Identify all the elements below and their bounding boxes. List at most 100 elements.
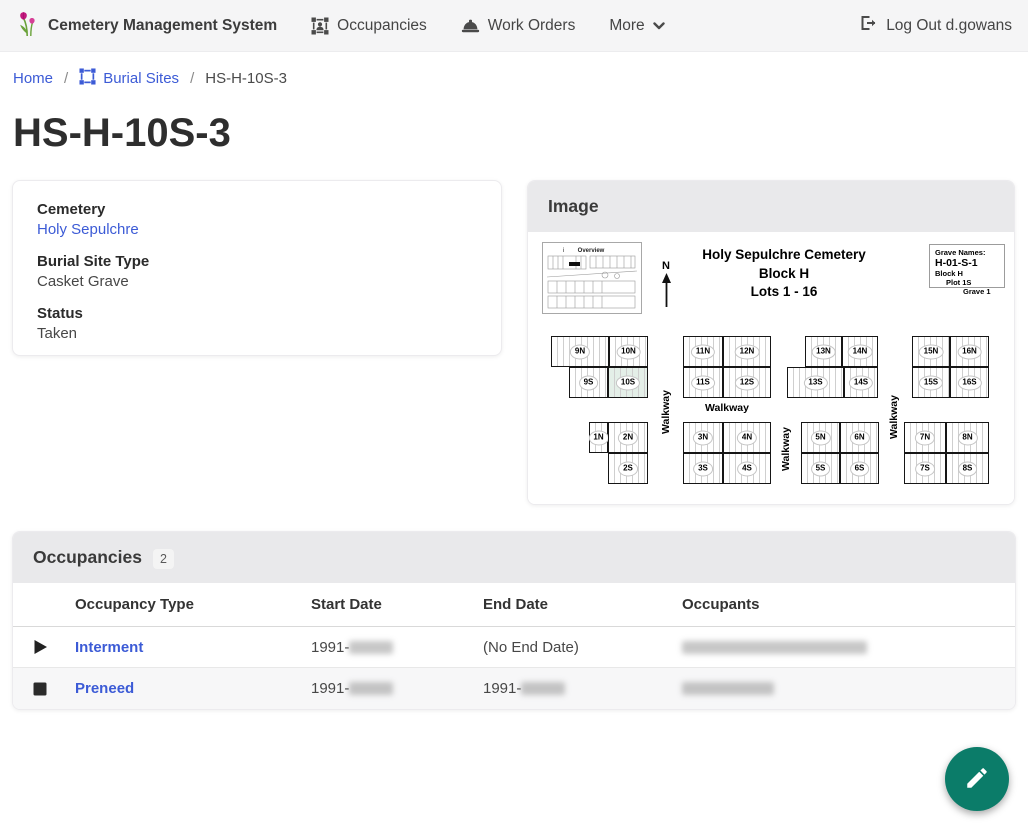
cards-row: Cemetery Holy Sepulchre Burial Site Type… — [0, 180, 1028, 505]
nav-item-label: Occupancies — [337, 17, 427, 35]
breadcrumb-current: HS-H-10S-3 — [205, 70, 287, 87]
nav-item-label: More — [609, 17, 644, 35]
map-plot-5s: 5S — [801, 453, 840, 484]
svg-text:Overview: Overview — [578, 248, 605, 254]
plot-label: 5S — [811, 461, 831, 476]
plot-label: 12N — [735, 344, 760, 359]
plot-label: 7S — [915, 461, 935, 476]
map-plot-2s: 2S — [608, 453, 648, 484]
plot-label: 4N — [737, 430, 757, 445]
walkway-label: Walkway — [705, 402, 749, 414]
breadcrumb-separator: / — [190, 70, 194, 87]
map-plot-4s: 4S — [723, 453, 771, 484]
plot-label: 10S — [616, 375, 640, 390]
map-plot-4n: 4N — [723, 422, 771, 453]
top-navbar: Cemetery Management System Occupancies W… — [0, 0, 1028, 52]
plot-label: 10N — [616, 344, 641, 359]
plot-label: 1N — [588, 430, 608, 445]
plot-label: 8S — [958, 461, 978, 476]
svg-text:i: i — [563, 248, 564, 254]
stop-icon — [33, 682, 75, 696]
map-plot-16s: 16S — [950, 367, 989, 398]
pencil-edit-icon — [964, 765, 990, 794]
nav-item-occupancies[interactable]: Occupancies — [311, 17, 427, 35]
map-plot-8s: 8S — [946, 453, 989, 484]
plot-label: 7N — [915, 430, 935, 445]
map-plot-15n: 15N — [912, 336, 950, 367]
play-icon — [33, 639, 75, 655]
end-date-value: (No End Date) — [483, 639, 682, 656]
map-plot-1n: 1N — [589, 422, 608, 453]
plot-label: 3S — [693, 461, 713, 476]
cemetery-link[interactable]: Holy Sepulchre — [37, 221, 139, 238]
map-plot-13s: 13S — [787, 367, 844, 398]
plot-label: 15N — [919, 344, 944, 359]
redacted-start-date — [349, 682, 393, 695]
walkway-label: Walkway — [888, 395, 900, 439]
column-start-date: Start Date — [311, 596, 483, 613]
plot-label: 6S — [850, 461, 870, 476]
map-plot-5n: 5N — [801, 422, 840, 453]
plot-label: 5N — [810, 430, 830, 445]
occupancy-type-link[interactable]: Preneed — [75, 680, 134, 697]
plot-label: 2N — [618, 430, 638, 445]
map-overview-thumbnail: Overview i — [542, 242, 642, 314]
plot-label: 11N — [691, 344, 715, 359]
occupancies-card: Occupancies 2 Occupancy Type Start Date … — [12, 531, 1016, 710]
plot-label: 8N — [957, 430, 977, 445]
plot-label: 16N — [957, 344, 982, 359]
map-plot-10n: 10N — [609, 336, 648, 367]
app-title: Cemetery Management System — [48, 17, 277, 35]
log-out-icon — [859, 14, 877, 37]
occupancies-title: Occupancies — [33, 547, 142, 568]
edit-fab-button[interactable] — [945, 747, 1009, 811]
breadcrumb-burial-sites-label: Burial Sites — [103, 70, 179, 87]
field-label-burial-site-type: Burial Site Type — [37, 253, 477, 270]
start-date-prefix: 1991- — [311, 639, 349, 656]
breadcrumb-separator: / — [64, 70, 68, 87]
burial-site-type-value: Casket Grave — [37, 273, 477, 290]
plot-label: 14N — [848, 344, 873, 359]
breadcrumb-home-link[interactable]: Home — [13, 70, 53, 87]
plot-label: 9S — [579, 375, 599, 390]
start-date-prefix: 1991- — [311, 680, 349, 697]
image-card-header: Image — [528, 181, 1014, 232]
hard-hat-icon — [461, 18, 480, 34]
end-date-prefix: 1991- — [483, 680, 521, 697]
occupancy-row-interment: Interment 1991- (No End Date) — [13, 627, 1015, 668]
map-plot-15s: 15S — [912, 367, 950, 398]
occupancies-table-header: Occupancy Type Start Date End Date Occup… — [13, 583, 1015, 627]
plot-label: 3N — [693, 430, 713, 445]
nav-item-more[interactable]: More — [609, 17, 664, 35]
plot-label: 6N — [849, 430, 869, 445]
map-plot-10s: 10S — [608, 367, 648, 398]
map-title: Holy Sepulchre Cemetery Block H Lots 1 -… — [669, 246, 899, 302]
occupancies-count-badge: 2 — [153, 549, 174, 569]
page-title: HS-H-10S-3 — [13, 111, 1016, 156]
map-plot-13n: 13N — [805, 336, 842, 367]
plot-label: 15S — [919, 375, 943, 390]
redacted-start-date — [349, 641, 393, 654]
brand-home-link[interactable]: Cemetery Management System — [16, 9, 277, 42]
nav-item-work-orders[interactable]: Work Orders — [461, 17, 576, 35]
column-occupants: Occupants — [682, 596, 995, 613]
breadcrumb-burial-sites-link[interactable]: Burial Sites — [79, 68, 179, 89]
walkway-label: Walkway — [660, 390, 672, 434]
map-plot-14s: 14S — [844, 367, 878, 398]
chevron-down-icon — [653, 22, 665, 30]
plot-map: Overview i — [528, 232, 1014, 504]
map-plot-14n: 14N — [842, 336, 878, 367]
redacted-end-date — [521, 682, 565, 695]
breadcrumb: Home / Burial Sites / HS-H-10S-3 — [0, 52, 1028, 99]
logout-button[interactable]: Log Out d.gowans — [859, 14, 1012, 37]
map-plot-12n: 12N — [723, 336, 771, 367]
map-plot-2n: 2N — [608, 422, 648, 453]
plot-label: 12S — [735, 375, 759, 390]
occupancy-type-link[interactable]: Interment — [75, 639, 143, 656]
field-label-status: Status — [37, 305, 477, 322]
occupancies-card-header: Occupancies 2 — [13, 532, 1015, 583]
map-plot-7s: 7S — [904, 453, 946, 484]
map-plot-7n: 7N — [904, 422, 946, 453]
map-plot-9s: 9S — [569, 367, 608, 398]
plot-label: 9N — [570, 344, 590, 359]
